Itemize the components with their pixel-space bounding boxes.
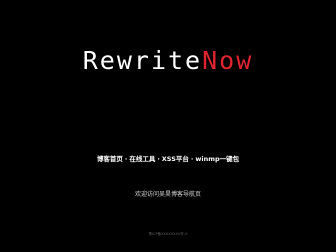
nav-link-online-tools[interactable]: 在线工具 [129,155,155,163]
nav-links: 博客首页 · 在线工具 · XSS平台 · winmp一键包 [0,155,336,164]
nav-link-winmp-package[interactable]: winmp一键包 [195,155,239,163]
footer: 豫ICP备XXXXXXXX号-X [0,232,336,237]
welcome-text: 欢迎访问吴昊博客导航页 [134,191,201,198]
site-logo: RewriteNow [0,46,336,76]
nav-link-xss-platform[interactable]: XSS平台 [162,155,189,163]
logo-text-rewrite: Rewrite [82,46,203,75]
logo-text-now: Now [202,46,254,75]
page: RewriteNow 博客首页 · 在线工具 · XSS平台 · winmp一键包 欢迎访问… [0,0,336,252]
nav-link-blog-home[interactable]: 博客首页 [97,155,123,163]
icp-link[interactable]: 豫ICP备XXXXXXXX号-X [149,232,188,236]
